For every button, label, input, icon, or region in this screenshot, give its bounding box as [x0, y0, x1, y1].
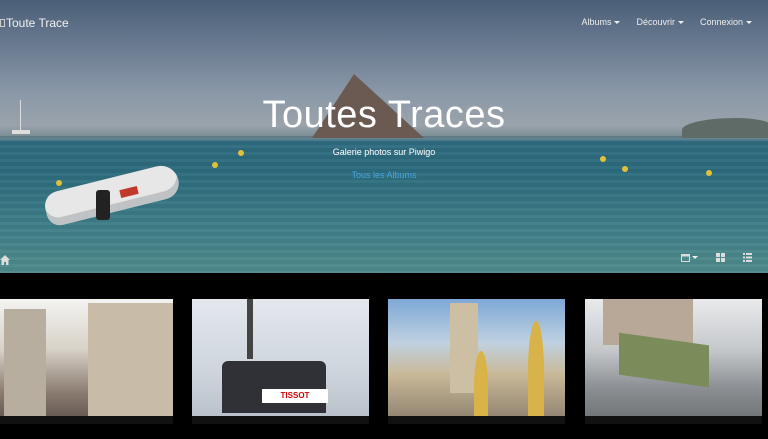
nav-decouvrir[interactable]: Découvrir [636, 17, 684, 27]
thumbnail-caption-bar [192, 416, 369, 424]
cable-car-cabin [222, 361, 326, 413]
thumbnail-caption-bar [585, 416, 762, 424]
decoration-shape [528, 321, 544, 421]
view-toolbar [681, 253, 752, 262]
home-icon[interactable] [0, 252, 10, 265]
list-icon [743, 253, 752, 262]
nav-albums[interactable]: Albums [581, 17, 621, 27]
brand-logo-alt: Toute Trace [6, 16, 69, 30]
calendar-view-button[interactable] [681, 253, 698, 262]
thumbnail-caption-bar [0, 416, 173, 424]
building-shape [88, 303, 173, 419]
album-thumbnail-church[interactable] [388, 299, 565, 424]
album-thumbnail-street[interactable] [0, 299, 173, 424]
caret-down-icon [614, 20, 621, 24]
list-view-button[interactable] [743, 253, 752, 262]
tram-shape [619, 332, 709, 388]
broken-image-icon [0, 19, 5, 27]
page-title: Toutes Traces [262, 94, 506, 136]
grid-icon [716, 253, 725, 262]
page-subtitle: Galerie photos sur Piwigo [332, 147, 436, 157]
caret-down-icon [692, 256, 698, 259]
buoy [212, 162, 218, 168]
caret-down-icon [677, 20, 684, 24]
hero-banner: Toute Trace Albums Découvrir Connexion T… [0, 0, 768, 273]
album-thumbnail-cable-car[interactable]: TISSOT [192, 299, 369, 424]
tissot-sign: TISSOT [262, 389, 328, 403]
grid-view-button[interactable] [716, 253, 725, 262]
album-gallery: TISSOT [0, 273, 768, 439]
nav-decouvrir-label: Découvrir [636, 17, 675, 27]
building-shape [4, 309, 46, 419]
top-nav: Albums Découvrir Connexion [581, 17, 752, 27]
calendar-icon [681, 254, 690, 262]
nav-connexion[interactable]: Connexion [700, 17, 752, 27]
caret-down-icon [746, 20, 752, 24]
thumbnail-caption-bar [388, 416, 565, 424]
brand-logo[interactable]: Toute Trace [0, 16, 69, 30]
all-albums-link[interactable]: Tous les Albums [0, 170, 768, 180]
album-thumbnail-tram[interactable] [585, 299, 762, 424]
nav-connexion-label: Connexion [699, 17, 743, 27]
decoration-shape [474, 351, 488, 421]
pylon-shape [247, 299, 253, 359]
nav-albums-label: Albums [581, 17, 612, 27]
